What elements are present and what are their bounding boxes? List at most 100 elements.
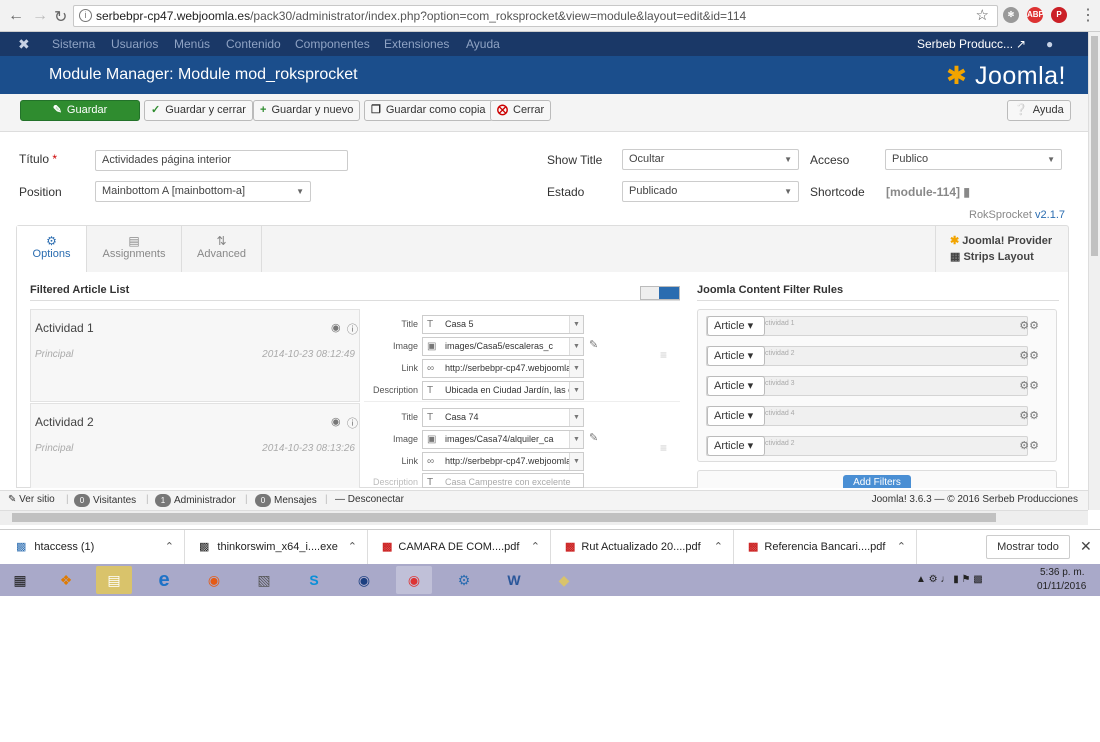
filter-rule[interactable]: Article ▾ ctividad 3 ⚙⚙ [706, 376, 1039, 396]
view-site-link[interactable]: ✎ Ver sitio [8, 494, 55, 505]
joomla-logo-icon[interactable]: ✖ [18, 36, 30, 53]
menu-contenido[interactable]: Contenido [226, 37, 281, 51]
chevron-up-icon[interactable]: ⌃ [165, 530, 174, 564]
download-item[interactable]: ▩ CAMARA DE COM....pdf ⌃ [368, 530, 551, 564]
rule-type-select[interactable]: Article ▾ [707, 346, 765, 366]
description-field[interactable]: T Ubicada en Ciudad Jardín, las c ▼ [422, 381, 584, 400]
app-icon[interactable]: ◆ [546, 566, 582, 594]
chevron-down-icon[interactable]: ▼ [569, 316, 583, 333]
gears-icon[interactable]: ⚙⚙ [1019, 409, 1039, 422]
gears-icon[interactable]: ⚙⚙ [1019, 379, 1039, 392]
word-icon[interactable]: W [496, 566, 532, 594]
admin-link[interactable]: 1 Administrador [155, 494, 236, 507]
title-field[interactable]: T Casa 5 ▼ [422, 315, 584, 334]
view-toggle[interactable] [640, 286, 680, 300]
chevron-down-icon[interactable]: ▼ [569, 338, 583, 355]
adblock-icon[interactable]: ABP [1027, 7, 1044, 23]
position-select[interactable]: Mainbottom A [mainbottom-a] ▼ [95, 181, 311, 202]
title-field[interactable]: T Casa 74 ▼ [422, 408, 584, 427]
download-item[interactable]: ▩ Referencia Bancari....pdf ⌃ [734, 530, 917, 564]
firefox-icon[interactable]: ◉ [196, 566, 232, 594]
list-item[interactable]: Actividad 1 ◉ ⓘ Principal 2014-10-23 08:… [30, 309, 360, 402]
external-link-icon[interactable]: ↗ [1016, 37, 1026, 51]
chevron-down-icon[interactable]: ▼ [569, 409, 583, 426]
gears-icon[interactable]: ⚙⚙ [1019, 319, 1039, 332]
download-item[interactable]: ▩ htaccess (1) ⌃ [0, 530, 185, 564]
user-icon[interactable]: ● [1046, 37, 1053, 51]
chevron-down-icon[interactable]: ▼ [569, 382, 583, 399]
back-icon[interactable]: ← [8, 7, 24, 25]
description-field[interactable]: T Casa Campestre con excelente [422, 473, 584, 488]
filter-rule[interactable]: Article ▾ ctividad 2 ⚙⚙ [706, 436, 1039, 456]
menu-componentes[interactable]: Componentes [295, 37, 370, 51]
start-windows-icon[interactable]: ▦ [2, 566, 38, 594]
drag-handle-icon[interactable]: ≡ [660, 348, 667, 362]
chevron-up-icon[interactable]: ⌃ [531, 530, 540, 564]
menu-extensiones[interactable]: Extensiones [384, 37, 449, 51]
image-field[interactable]: ▣ images/Casa5/escaleras_c ▼ [422, 337, 584, 356]
bookmark-star-icon[interactable]: ☆ [976, 6, 989, 26]
link-field[interactable]: ∞ http://serbebpr-cp47.webjoomla ▼ [422, 359, 584, 378]
app-icon[interactable]: ◉ [346, 566, 382, 594]
image-field[interactable]: ▣ images/Casa74/alquiler_ca ▼ [422, 430, 584, 449]
rule-type-select[interactable]: Article ▾ [707, 316, 765, 336]
extension-icon[interactable]: ✻ [1003, 7, 1019, 23]
skype-icon[interactable]: S [296, 566, 332, 594]
save-button[interactable]: ✎ Guardar [20, 100, 140, 121]
gears-icon[interactable]: ⚙⚙ [1019, 439, 1039, 452]
link-field[interactable]: ∞ http://serbebpr-cp47.webjoomla ▼ [422, 452, 584, 471]
state-select[interactable]: Publicado ▼ [622, 181, 799, 202]
chevron-up-icon[interactable]: ⌃ [897, 530, 906, 564]
messages-link[interactable]: 0 Mensajes [255, 494, 317, 507]
help-button[interactable]: ❔ Ayuda [1007, 100, 1071, 121]
menu-sistema[interactable]: Sistema [52, 37, 95, 51]
internet-explorer-icon[interactable]: e [146, 566, 182, 594]
drag-handle-icon[interactable]: ≡ [660, 441, 667, 455]
visitors-link[interactable]: 0 Visitantes [74, 494, 136, 507]
site-name-link[interactable]: Serbeb Producc... [917, 37, 1013, 51]
show-title-select[interactable]: Ocultar ▼ [622, 149, 799, 170]
rule-type-select[interactable]: Article ▾ [707, 436, 765, 456]
filter-rule[interactable]: Article ▾ ctividad 1 ⚙⚙ [706, 316, 1039, 336]
filter-rule[interactable]: Article ▾ ctividad 4 ⚙⚙ [706, 406, 1039, 426]
list-item[interactable]: Actividad 2 ◉ ⓘ Principal 2014-10-23 08:… [30, 403, 360, 488]
tab-assignments[interactable]: ▤ Assignments [87, 226, 182, 273]
chevron-down-icon[interactable]: ▼ [569, 360, 583, 377]
horizontal-scrollbar[interactable] [0, 510, 1088, 525]
rule-type-select[interactable]: Article ▾ [707, 406, 765, 426]
address-bar[interactable]: i serbebpr-cp47.webjoomla.es/pack30/admi… [73, 5, 998, 27]
scrollbar-thumb[interactable] [12, 513, 996, 522]
show-all-button[interactable]: Mostrar todo [986, 535, 1070, 559]
chevron-up-icon[interactable]: ⌃ [714, 530, 723, 564]
app-icon[interactable]: ⚙ [446, 566, 482, 594]
save-new-button[interactable]: + Guardar y nuevo [253, 100, 361, 121]
calculator-icon[interactable]: ▧ [246, 566, 282, 594]
chrome-icon[interactable]: ◉ [396, 566, 432, 594]
access-select[interactable]: Publico ▼ [885, 149, 1062, 170]
vertical-scrollbar[interactable] [1088, 32, 1100, 510]
add-filters-button[interactable]: Add Filters [843, 475, 911, 488]
app-icon[interactable]: ❖ [48, 566, 84, 594]
info-icon[interactable]: i [79, 9, 92, 22]
close-button[interactable]: ⨂ Cerrar [490, 100, 552, 121]
menu-ayuda[interactable]: Ayuda [466, 37, 500, 51]
logout-link[interactable]: — Desconectar [335, 494, 404, 505]
system-tray-icons[interactable]: ▲ ⚙ ♩ ▮ ⚑ ▩ [916, 574, 983, 585]
download-item[interactable]: ▩ thinkorswim_x64_i....exe ⌃ [185, 530, 368, 564]
eye-icon[interactable]: ◉ [331, 415, 341, 428]
chevron-up-icon[interactable]: ⌃ [348, 530, 357, 564]
info-icon[interactable]: ⓘ [347, 321, 358, 337]
filter-rule[interactable]: Article ▾ ctividad 2 ⚙⚙ [706, 346, 1039, 366]
menu-menus[interactable]: Menús [174, 37, 210, 51]
scrollbar-thumb[interactable] [1091, 36, 1098, 256]
pinterest-icon[interactable]: P [1051, 7, 1067, 23]
tab-options[interactable]: ⚙ Options [17, 226, 87, 273]
close-icon[interactable]: ✕ [1080, 538, 1092, 555]
info-icon[interactable]: ⓘ [347, 415, 358, 431]
list-view-icon[interactable] [659, 287, 679, 299]
title-input[interactable]: Actividades página interior [95, 150, 348, 171]
download-item[interactable]: ▩ Rut Actualizado 20....pdf ⌃ [551, 530, 734, 564]
provider-info[interactable]: ✱ Joomla! Provider ▦ Strips Layout [935, 226, 1069, 273]
forward-icon[interactable]: → [32, 7, 48, 25]
tab-advanced[interactable]: ⇅ Advanced [182, 226, 262, 273]
